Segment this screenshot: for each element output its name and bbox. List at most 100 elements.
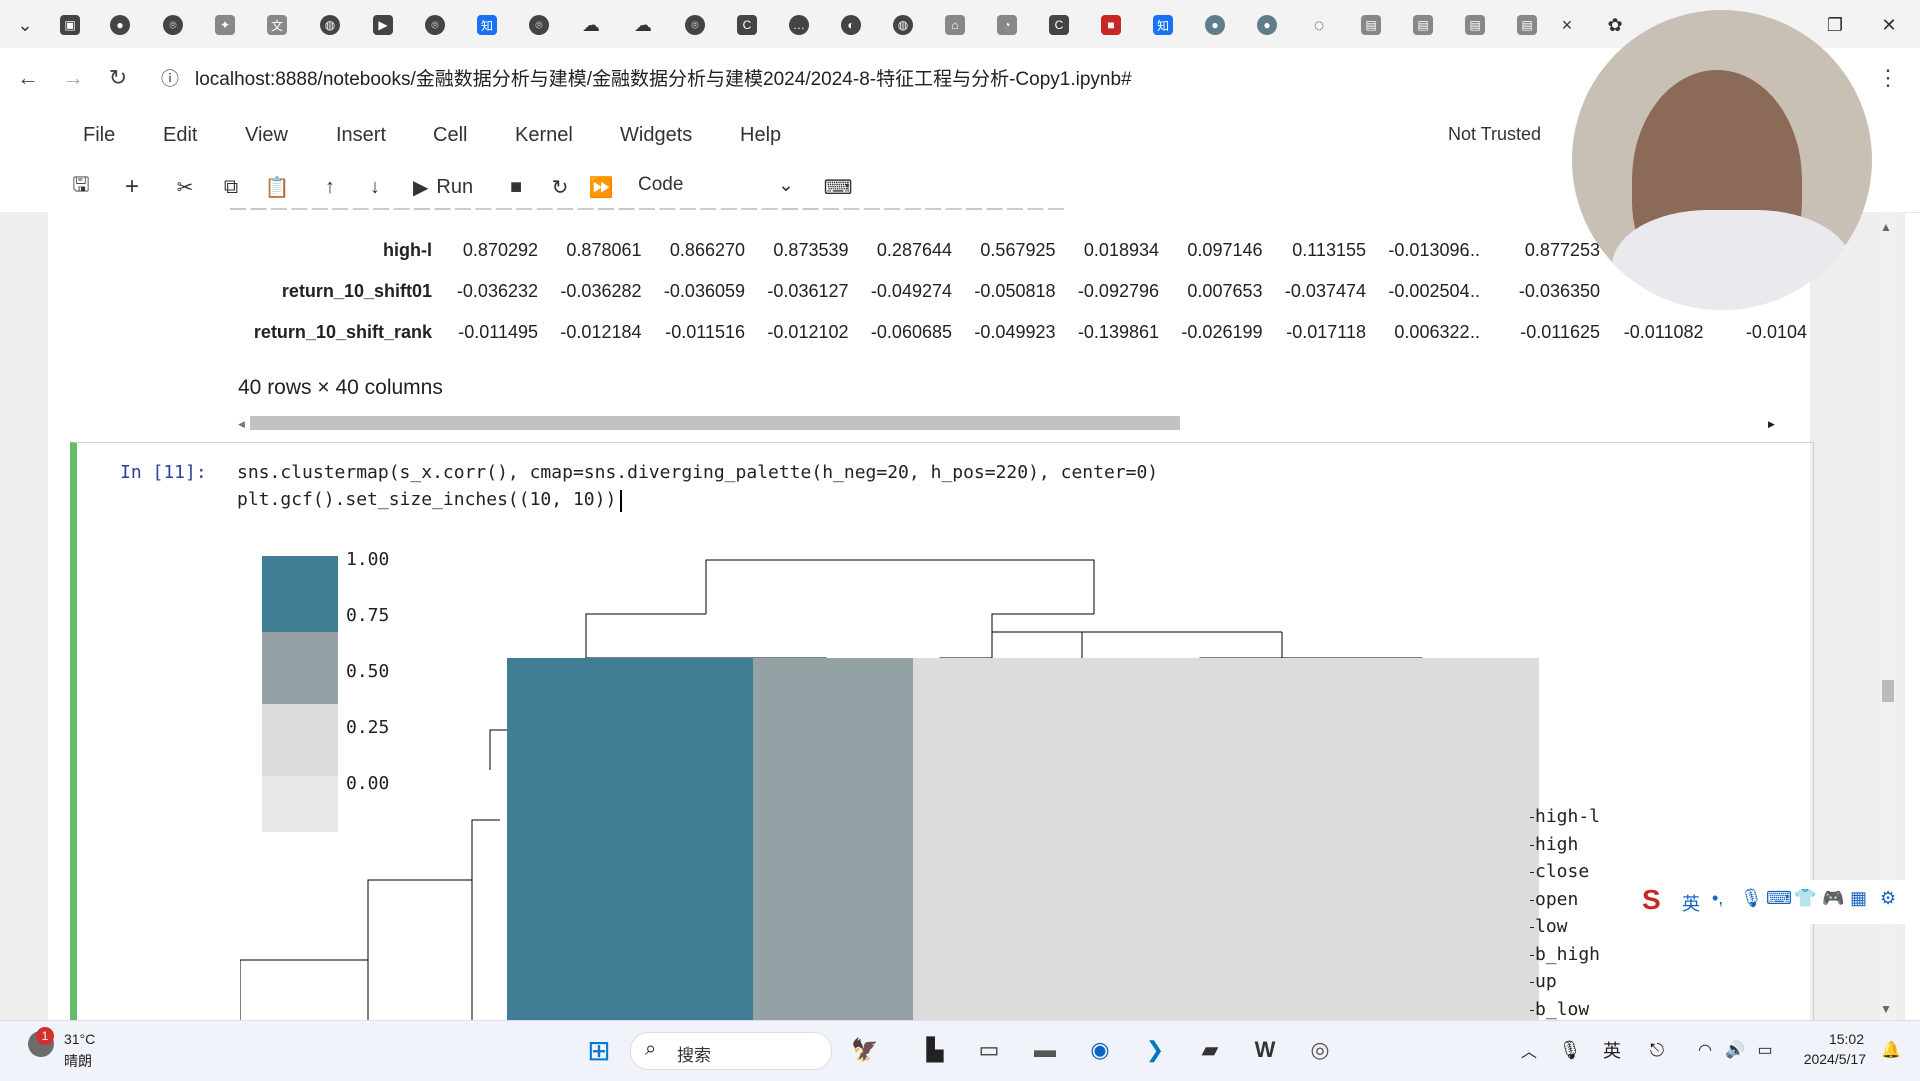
wps-icon[interactable]: W (1248, 1033, 1282, 1067)
notification-bell-icon[interactable]: 🔔 (1874, 1033, 1908, 1067)
tab-c-icon[interactable]: C (732, 10, 762, 40)
start-windows-icon[interactable]: ⊞ (582, 1033, 616, 1067)
tab-zhihu-icon[interactable]: 知 (472, 10, 502, 40)
clock-time[interactable]: 15:02 (1824, 1031, 1864, 1047)
tab-list-chevron-icon[interactable]: ⌄ (10, 10, 40, 40)
settings-gear-icon[interactable]: ⚙ (1880, 888, 1896, 909)
menu-edit[interactable]: Edit (163, 124, 197, 147)
scroll-up-icon[interactable]: ▲ (1880, 220, 1892, 234)
tab-favicon-23[interactable]: ● (1200, 10, 1230, 40)
menu-view[interactable]: View (245, 124, 288, 147)
tab-paw-icon[interactable]: ✿ (1600, 10, 1630, 40)
tray-app-icon[interactable]: ⎋ (1640, 1033, 1674, 1067)
horizontal-scrollbar[interactable]: ◀ ▶ (238, 416, 1778, 430)
menu-cell[interactable]: Cell (433, 124, 467, 147)
tab-doc-icon[interactable]: ▤ (1460, 10, 1490, 40)
insert-cell-icon[interactable]: + (116, 171, 148, 203)
tab-favicon-1[interactable]: ▣ (55, 10, 85, 40)
restart-icon[interactable]: ↻ (544, 171, 576, 203)
move-up-icon[interactable]: ↑ (314, 171, 346, 203)
tab-github-icon[interactable]: ⌾ (680, 10, 710, 40)
tab-cloud-icon[interactable]: ☁ (576, 10, 606, 40)
close-tab-icon[interactable]: × (1552, 10, 1582, 40)
battery-icon[interactable]: ▭ (1748, 1033, 1782, 1067)
tray-ime-icon[interactable]: 英 (1595, 1033, 1629, 1067)
menu-kernel[interactable]: Kernel (515, 124, 573, 147)
cell-type-select[interactable]: Code ⌄ (638, 174, 798, 202)
tray-mic-icon[interactable]: 🎙 (1553, 1033, 1587, 1067)
game-icon[interactable]: 🎮 (1822, 888, 1844, 909)
menu-file[interactable]: File (83, 124, 115, 147)
tab-doc-icon[interactable]: ▤ (1356, 10, 1386, 40)
cut-icon[interactable]: ✂ (169, 171, 201, 203)
ime-lang[interactable]: 英 (1682, 890, 1700, 916)
tab-video-icon[interactable]: ▶ (368, 10, 398, 40)
eagle-app-icon[interactable]: 🦅 (848, 1033, 882, 1067)
sogou-s-icon[interactable]: S (1642, 884, 1661, 916)
apps-icon[interactable]: ▦ (1850, 888, 1867, 909)
skin-icon[interactable]: 👕 (1794, 888, 1816, 909)
scroll-down-icon[interactable]: ▼ (1880, 1002, 1892, 1016)
restart-run-all-icon[interactable]: ⏩ (585, 171, 617, 203)
browser-menu-icon[interactable]: ⋮ (1870, 60, 1906, 96)
tab-c-icon[interactable]: C (1044, 10, 1074, 40)
volume-icon[interactable]: 🔊 (1718, 1033, 1752, 1067)
run-button[interactable]: ▶ Run (413, 171, 493, 203)
scroll-thumb[interactable] (1882, 680, 1894, 702)
tab-favicon-16[interactable]: ◐ (836, 10, 866, 40)
tab-doc-icon[interactable]: ▤ (1408, 10, 1438, 40)
terminal-icon[interactable]: ▰ (1193, 1033, 1227, 1067)
code-line-2[interactable]: plt.gcf().set_size_inches((10, 10)) (237, 489, 616, 510)
weather-desc[interactable]: 晴朗 (64, 1051, 92, 1071)
code-line-1[interactable]: sns.clustermap(s_x.corr(), cmap=sns.dive… (237, 462, 1158, 483)
recorder-icon[interactable]: ◎ (1303, 1033, 1337, 1067)
tab-favicon-21[interactable]: ■ (1096, 10, 1126, 40)
scroll-right-icon[interactable]: ▶ (1768, 419, 1775, 430)
save-icon[interactable]: 🖫 (65, 171, 97, 203)
mic-icon[interactable]: 🎙 (1740, 888, 1763, 909)
tab-cloud-icon[interactable]: ☁ (628, 10, 658, 40)
file-explorer-icon[interactable]: ▙ (918, 1033, 952, 1067)
tab-favicon-24[interactable]: ● (1252, 10, 1282, 40)
menu-widgets[interactable]: Widgets (620, 124, 692, 147)
move-down-icon[interactable]: ↓ (359, 171, 391, 203)
clock-date[interactable]: 2024/5/17 (1796, 1051, 1866, 1067)
tab-doc-icon[interactable]: ▤ (1512, 10, 1542, 40)
taskbar-search[interactable]: ⌕ 搜索 (630, 1032, 832, 1070)
paste-icon[interactable]: 📋 (261, 171, 293, 203)
keyboard-icon[interactable]: ⌨ (1766, 888, 1792, 909)
screen-app-icon[interactable]: ▭ (972, 1033, 1006, 1067)
chrome-icon[interactable]: ◉ (1083, 1033, 1117, 1067)
menu-insert[interactable]: Insert (336, 124, 386, 147)
tab-github-icon[interactable]: ⌾ (158, 10, 188, 40)
tray-chevron-up-icon[interactable]: ︿ (1512, 1033, 1546, 1067)
tab-loading-icon[interactable]: ◌ (1304, 10, 1334, 40)
keyboard-icon[interactable]: ⌨ (822, 171, 854, 203)
punctuation-icon[interactable]: •, (1712, 888, 1723, 909)
stop-icon[interactable]: ■ (500, 171, 532, 203)
folder-icon[interactable]: ▬ (1028, 1033, 1062, 1067)
vscode-icon[interactable]: ❯ (1138, 1033, 1172, 1067)
back-arrow-icon[interactable]: ← (10, 60, 46, 96)
tab-favicon-2[interactable]: ● (105, 10, 135, 40)
wifi-icon[interactable]: ◠ (1688, 1033, 1722, 1067)
tab-favicon-4[interactable]: ✦ (210, 10, 240, 40)
copy-icon[interactable]: ⧉ (215, 171, 247, 203)
tab-chat-icon[interactable]: … (784, 10, 814, 40)
scroll-left-icon[interactable]: ◀ (238, 419, 246, 429)
tab-github-icon[interactable]: ⌾ (524, 10, 554, 40)
forward-arrow-icon[interactable]: → (55, 60, 91, 96)
tab-favicon-18[interactable]: ⌂ (940, 10, 970, 40)
ime-toolbar[interactable]: S 英 •, 🎙 ⌨ 👕 🎮 ▦ ⚙ (1636, 880, 1920, 924)
tab-globe-icon[interactable]: ◍ (315, 10, 345, 40)
tab-favicon-19[interactable]: ◔ (992, 10, 1022, 40)
close-window-icon[interactable]: ✕ (1874, 10, 1904, 40)
site-info-icon[interactable]: ⓘ (152, 60, 188, 96)
tab-translate-icon[interactable]: 文 (262, 10, 292, 40)
scroll-thumb[interactable] (250, 416, 1180, 430)
trust-status[interactable]: Not Trusted (1448, 124, 1541, 145)
restore-window-icon[interactable]: ❐ (1820, 10, 1850, 40)
tab-github-icon[interactable]: ⌾ (420, 10, 450, 40)
tab-zhihu-icon[interactable]: 知 (1148, 10, 1178, 40)
reload-icon[interactable]: ↻ (100, 60, 136, 96)
